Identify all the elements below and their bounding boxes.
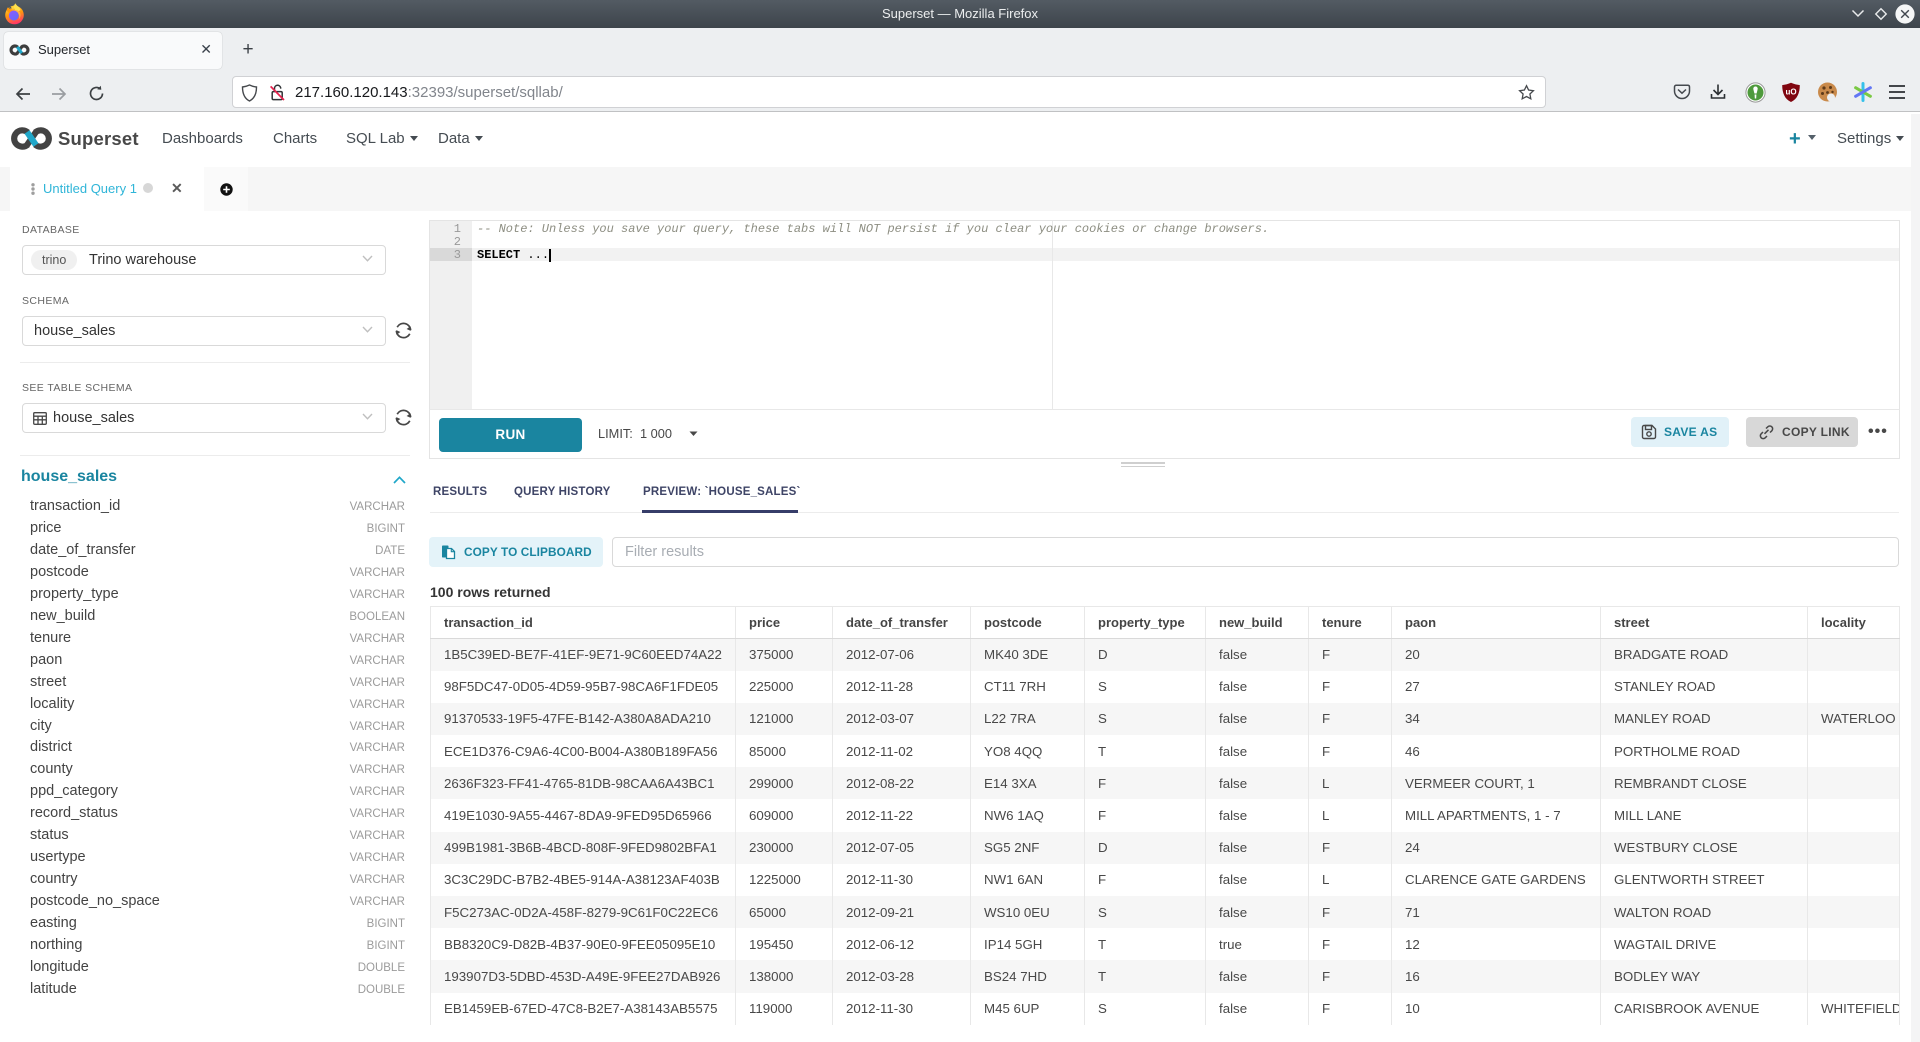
svg-text:uO: uO <box>1785 88 1796 97</box>
